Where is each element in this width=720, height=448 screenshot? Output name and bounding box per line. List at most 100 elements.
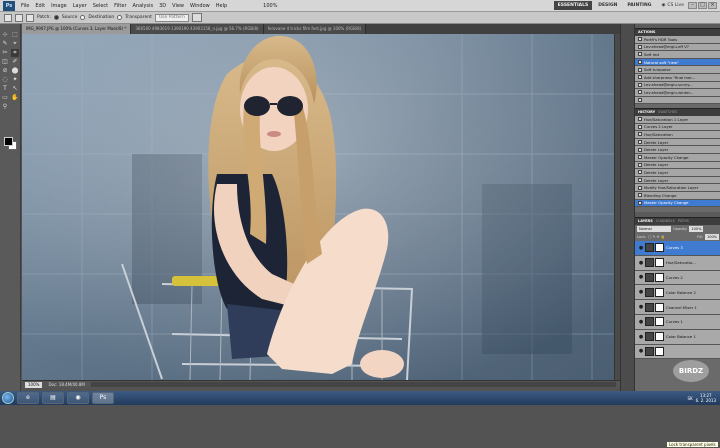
layer-mask-thumbnail[interactable] bbox=[655, 243, 664, 253]
toggle-check-icon[interactable] bbox=[638, 147, 642, 152]
workspace-essentials[interactable]: ESSENTIALS bbox=[553, 1, 593, 10]
source-radio[interactable] bbox=[53, 15, 59, 20]
tab-actions[interactable]: ACTIONS bbox=[638, 29, 655, 36]
pattern-picker[interactable] bbox=[191, 13, 202, 22]
menu-3d[interactable]: 3D bbox=[156, 0, 169, 12]
layer-row[interactable]: ● Channel Mixer 1 bbox=[635, 300, 720, 315]
toggle-check-icon[interactable] bbox=[638, 132, 642, 137]
toggle-check-icon[interactable] bbox=[638, 162, 642, 167]
menu-view[interactable]: View bbox=[169, 0, 187, 12]
tool-button[interactable]: ⊘ bbox=[1, 67, 9, 75]
canvas-horizontal-scrollbar[interactable] bbox=[90, 382, 616, 387]
toggle-check-icon[interactable] bbox=[638, 193, 642, 198]
actions-item[interactable]: Lev.ehead@ergiu.eff V? bbox=[635, 43, 720, 52]
toggle-check-icon[interactable] bbox=[638, 60, 642, 65]
taskbar-chrome-icon[interactable]: ◉ bbox=[67, 392, 89, 404]
menu-window[interactable]: Window bbox=[187, 0, 213, 12]
layer-mask-thumbnail[interactable] bbox=[655, 317, 664, 327]
history-item[interactable]: Blending Change bbox=[635, 191, 720, 200]
actions-item[interactable]: Add sharpness "final mer... bbox=[635, 73, 720, 82]
history-item[interactable]: Delete Layer bbox=[635, 138, 720, 147]
visibility-eye-icon[interactable]: ● bbox=[638, 348, 644, 354]
tool-button[interactable]: ✎ bbox=[1, 40, 9, 48]
tool-button[interactable]: ⌖ bbox=[11, 40, 19, 48]
visibility-eye-icon[interactable]: ● bbox=[638, 319, 644, 325]
menu-help[interactable]: Help bbox=[213, 0, 230, 12]
actions-item[interactable]: Natural soft "new" bbox=[635, 58, 720, 67]
document-tab[interactable]: 366500 4983619 1390190 43903158_n.jpg @ … bbox=[131, 24, 264, 34]
layer-mask-thumbnail[interactable] bbox=[655, 332, 664, 342]
language-indicator[interactable]: SK bbox=[687, 396, 692, 401]
toggle-check-icon[interactable] bbox=[638, 200, 642, 205]
visibility-eye-icon[interactable]: ● bbox=[638, 260, 644, 266]
actions-item[interactable]: Portfi's HDR Tools bbox=[635, 36, 720, 44]
taskbar-explorer-icon[interactable]: ▤ bbox=[42, 392, 64, 404]
history-item[interactable]: Modify Hue/Saturation Layer bbox=[635, 184, 720, 192]
toggle-check-icon[interactable] bbox=[638, 67, 642, 72]
history-item[interactable]: Master Opacity Change bbox=[635, 153, 720, 162]
toggle-check-icon[interactable] bbox=[638, 44, 642, 49]
opacity-field[interactable]: 100% bbox=[689, 226, 704, 232]
tab-layers[interactable]: LAYERS bbox=[638, 218, 653, 225]
actions-item[interactable]: Lev.ehead@ergiu.winter... bbox=[635, 89, 720, 97]
toggle-check-icon[interactable] bbox=[638, 75, 642, 80]
layer-row[interactable]: ● Color Balance 2 bbox=[635, 285, 720, 301]
transparent-checkbox[interactable] bbox=[117, 15, 123, 20]
layer-mask-thumbnail[interactable] bbox=[655, 287, 664, 297]
layer-mask-thumbnail[interactable] bbox=[655, 346, 664, 356]
patch-tool-icon[interactable] bbox=[4, 13, 12, 22]
layer-row[interactable]: ● Curves 1 bbox=[635, 314, 720, 330]
selection-add-icon[interactable] bbox=[26, 13, 34, 22]
tool-button[interactable]: ✂ bbox=[1, 49, 9, 57]
visibility-eye-icon[interactable]: ● bbox=[638, 304, 644, 310]
actions-item[interactable] bbox=[635, 96, 720, 105]
tool-button[interactable]: ✋ bbox=[11, 94, 19, 102]
toggle-check-icon[interactable] bbox=[638, 140, 642, 145]
layer-mask-thumbnail[interactable] bbox=[655, 258, 664, 268]
menu-filter[interactable]: Filter bbox=[111, 0, 129, 12]
visibility-eye-icon[interactable]: ● bbox=[638, 289, 644, 295]
tool-button[interactable]: ◫ bbox=[1, 58, 9, 66]
layer-mask-thumbnail[interactable] bbox=[655, 302, 664, 312]
maximize-button[interactable]: □ bbox=[698, 2, 707, 9]
use-pattern-button[interactable]: Use Pattern bbox=[154, 13, 189, 22]
tab-history[interactable]: HISTORY bbox=[638, 109, 655, 116]
menu-edit[interactable]: Edit bbox=[32, 0, 48, 12]
toggle-check-icon[interactable] bbox=[638, 82, 642, 87]
tool-button[interactable]: ▭ bbox=[1, 94, 9, 102]
layer-mask-thumbnail[interactable] bbox=[655, 272, 664, 282]
toggle-check-icon[interactable] bbox=[638, 52, 642, 57]
taskbar-photoshop-icon[interactable]: Ps bbox=[92, 392, 114, 404]
history-item[interactable]: Delete Layer bbox=[635, 176, 720, 185]
menu-image[interactable]: Image bbox=[48, 0, 70, 12]
destination-radio[interactable] bbox=[80, 15, 86, 20]
clock[interactable]: 13:27 6. 2. 2013 bbox=[696, 393, 716, 403]
tool-button[interactable]: ⬚ bbox=[11, 31, 19, 39]
tab-channels[interactable]: CHANNELS bbox=[656, 218, 675, 225]
lock-icons[interactable]: ▢ ✎ ✢ 🔒 bbox=[648, 235, 665, 239]
cs-live[interactable]: ◉ CS Live bbox=[657, 3, 688, 8]
selection-mode-icon[interactable] bbox=[15, 13, 23, 22]
layer-row[interactable]: ● bbox=[635, 344, 720, 360]
tool-button[interactable]: ⌗ bbox=[11, 49, 19, 57]
workspace-design[interactable]: DESIGN bbox=[594, 1, 621, 10]
status-zoom[interactable]: 100% bbox=[25, 381, 43, 388]
zoom-level[interactable]: 100% bbox=[260, 0, 280, 12]
toggle-check-icon[interactable] bbox=[638, 185, 642, 190]
menu-select[interactable]: Select bbox=[90, 0, 111, 12]
tool-button[interactable]: ✦ bbox=[11, 76, 19, 84]
toggle-check-icon[interactable] bbox=[638, 178, 642, 183]
start-button[interactable] bbox=[2, 392, 14, 404]
layer-row[interactable]: ● Curves 2 bbox=[635, 270, 720, 286]
history-item[interactable]: Master Opacity Change bbox=[635, 199, 720, 208]
tool-button[interactable]: ⊹ bbox=[1, 31, 9, 39]
document-tab[interactable]: IMG_9907.JPG @ 100% (Curves 3, Layer Mas… bbox=[22, 24, 132, 34]
toggle-check-icon[interactable] bbox=[638, 124, 642, 129]
tool-button[interactable]: ◌ bbox=[1, 76, 9, 84]
document-canvas[interactable] bbox=[22, 34, 614, 380]
toggle-check-icon[interactable] bbox=[638, 90, 642, 95]
minimize-button[interactable]: – bbox=[688, 2, 697, 9]
toggle-check-icon[interactable] bbox=[638, 37, 642, 42]
status-doc-size[interactable]: Doc: 18.4M/40.8M bbox=[48, 382, 84, 387]
menu-analysis[interactable]: Analysis bbox=[130, 0, 157, 12]
